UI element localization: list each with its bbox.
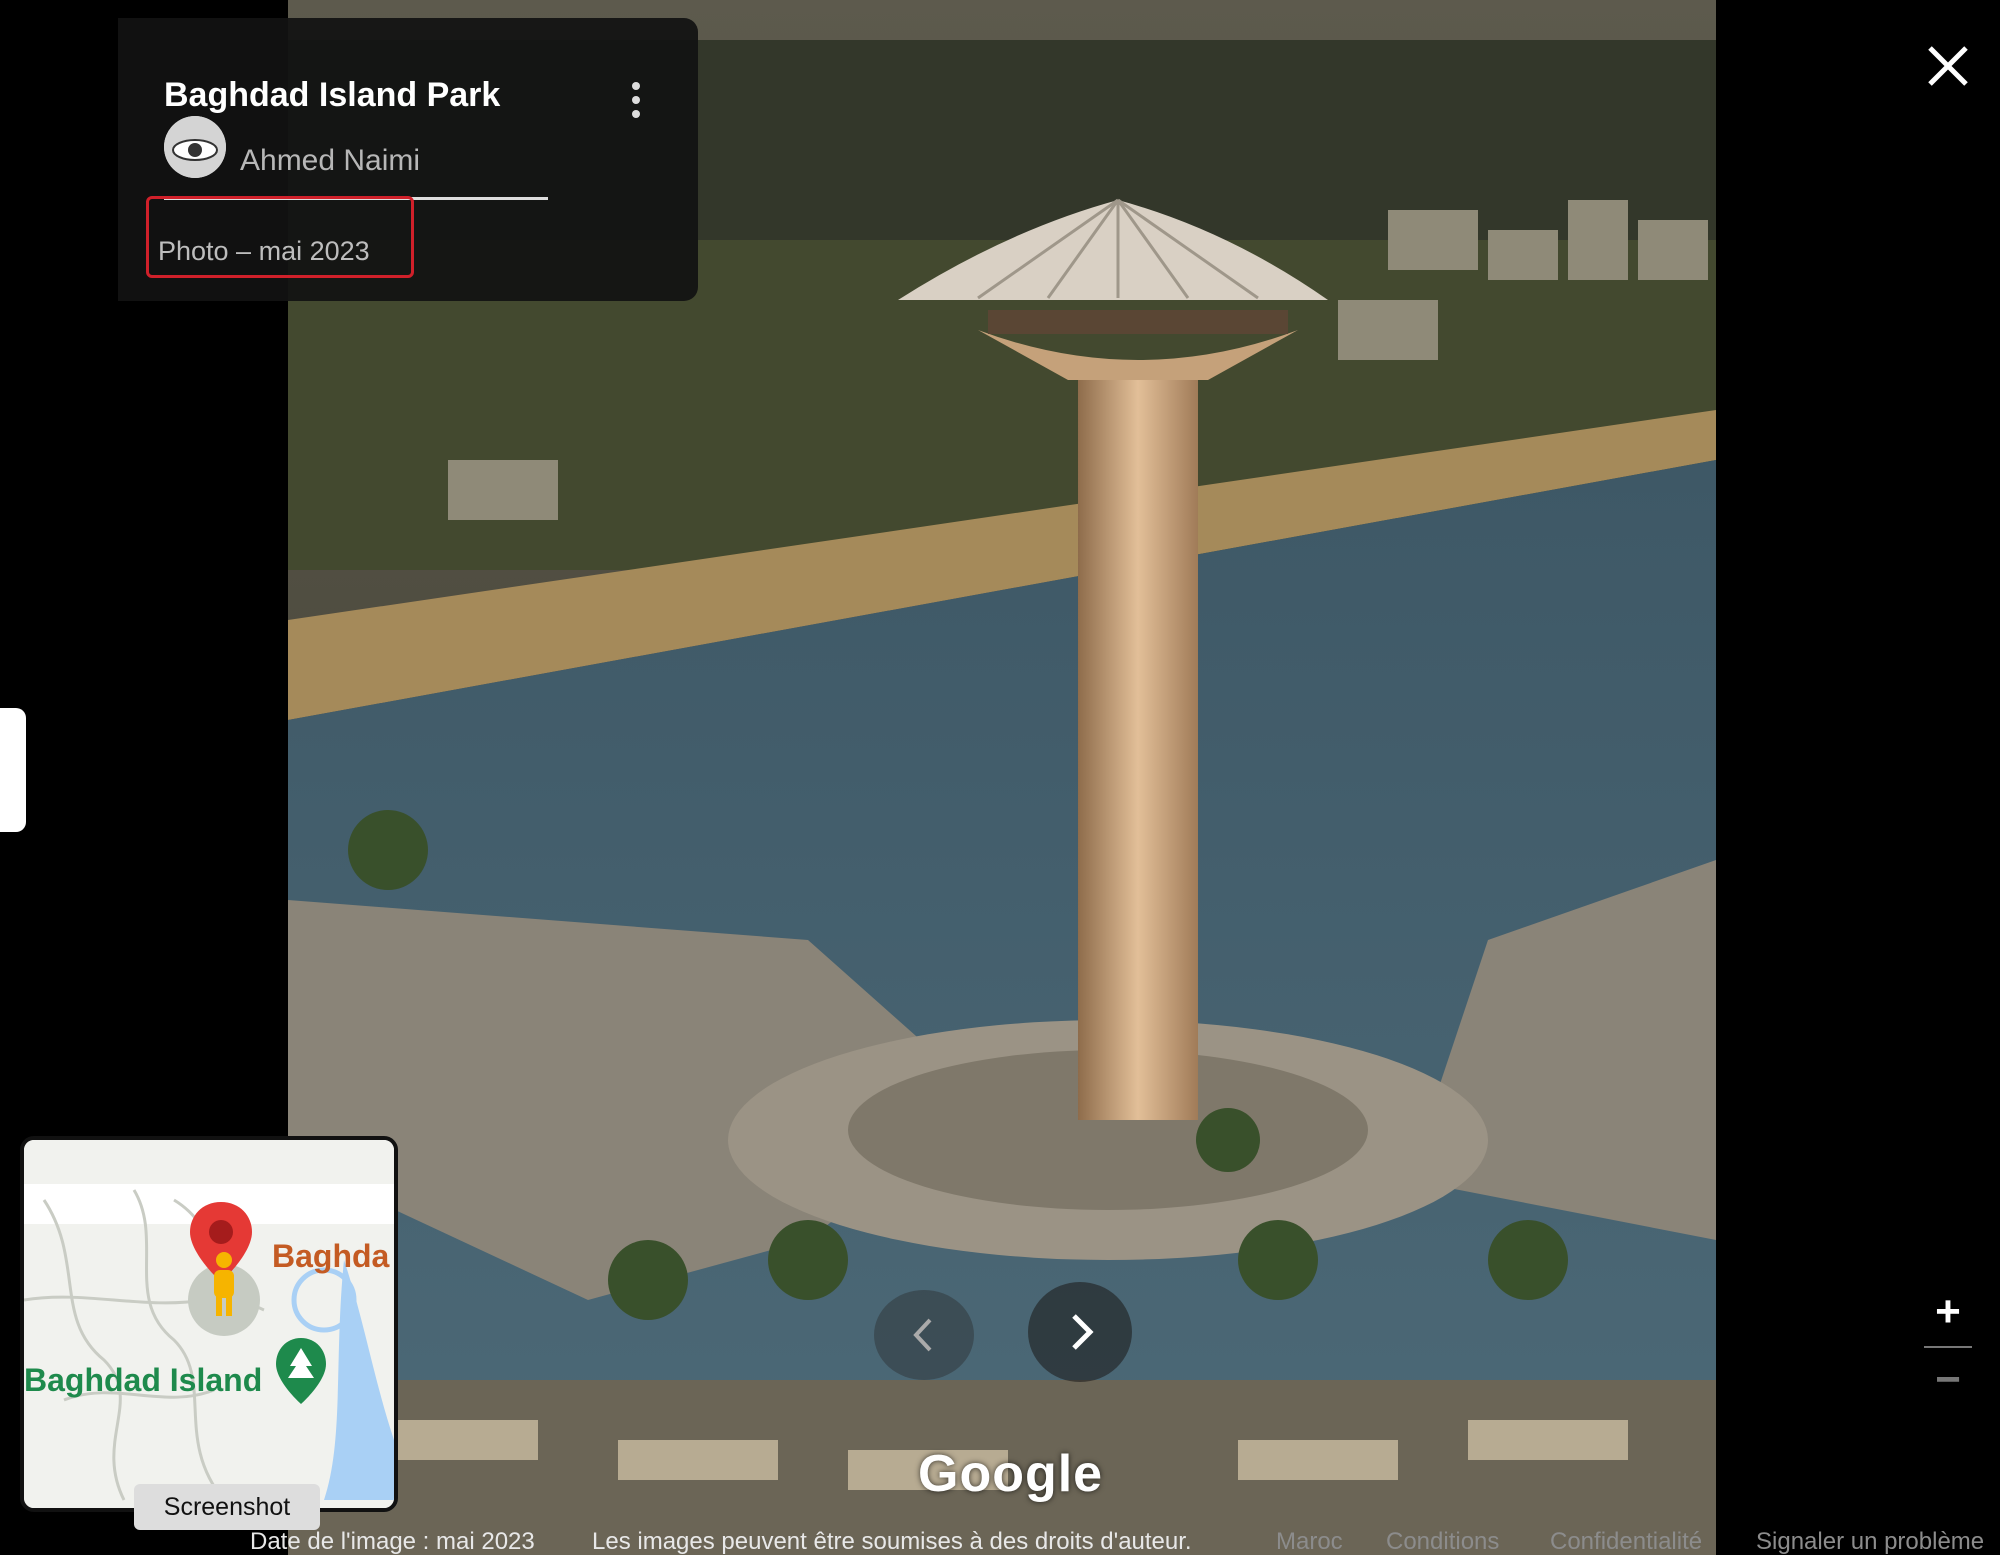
mini-map-roads <box>24 1140 394 1508</box>
zoom-divider <box>1924 1346 1972 1348</box>
next-photo-button[interactable] <box>1028 1282 1132 1382</box>
zoom-out-button[interactable]: − <box>1926 1358 1970 1404</box>
date-highlight-box <box>146 196 414 278</box>
footer-link-confidentialite[interactable]: Confidentialité <box>1550 1528 1702 1555</box>
side-panel-toggle[interactable] <box>0 708 26 832</box>
map-label-baghdad-island: Baghdad Island <box>24 1362 263 1398</box>
eye-avatar-image <box>164 116 226 178</box>
footer-link-report-problem[interactable]: Signaler un problème <box>1756 1528 1984 1555</box>
close-icon[interactable] <box>1922 40 1974 92</box>
pegman-icon[interactable] <box>204 1250 244 1320</box>
map-label-baghdad: Baghda <box>272 1238 390 1274</box>
copyright-notice: Les images peuvent être soumises à des d… <box>592 1528 1192 1555</box>
zoom-controls: + − <box>1920 1290 1976 1410</box>
place-title[interactable]: Baghdad Island Park <box>164 76 500 115</box>
more-vert-icon[interactable] <box>628 82 644 130</box>
mini-map[interactable]: Baghda Baghdad Island <box>20 1136 398 1512</box>
footer-link-conditions[interactable]: Conditions <box>1386 1528 1499 1555</box>
google-watermark: Google <box>918 1445 1104 1503</box>
zoom-in-button[interactable]: + <box>1926 1290 1970 1334</box>
tree-marker-icon <box>276 1338 326 1404</box>
author-name[interactable]: Ahmed Naimi <box>240 144 420 178</box>
footer-link-maroc[interactable]: Maroc <box>1276 1528 1343 1555</box>
chevron-left-icon <box>913 1318 932 1352</box>
footer-bar: Date de l'image : mai 2023 Les images pe… <box>0 1528 2000 1555</box>
image-date: Date de l'image : mai 2023 <box>250 1528 535 1555</box>
author-avatar[interactable] <box>164 116 226 178</box>
chevron-right-icon <box>1072 1314 1094 1350</box>
screenshot-tooltip: Screenshot <box>134 1484 320 1530</box>
previous-photo-button[interactable] <box>874 1290 974 1380</box>
